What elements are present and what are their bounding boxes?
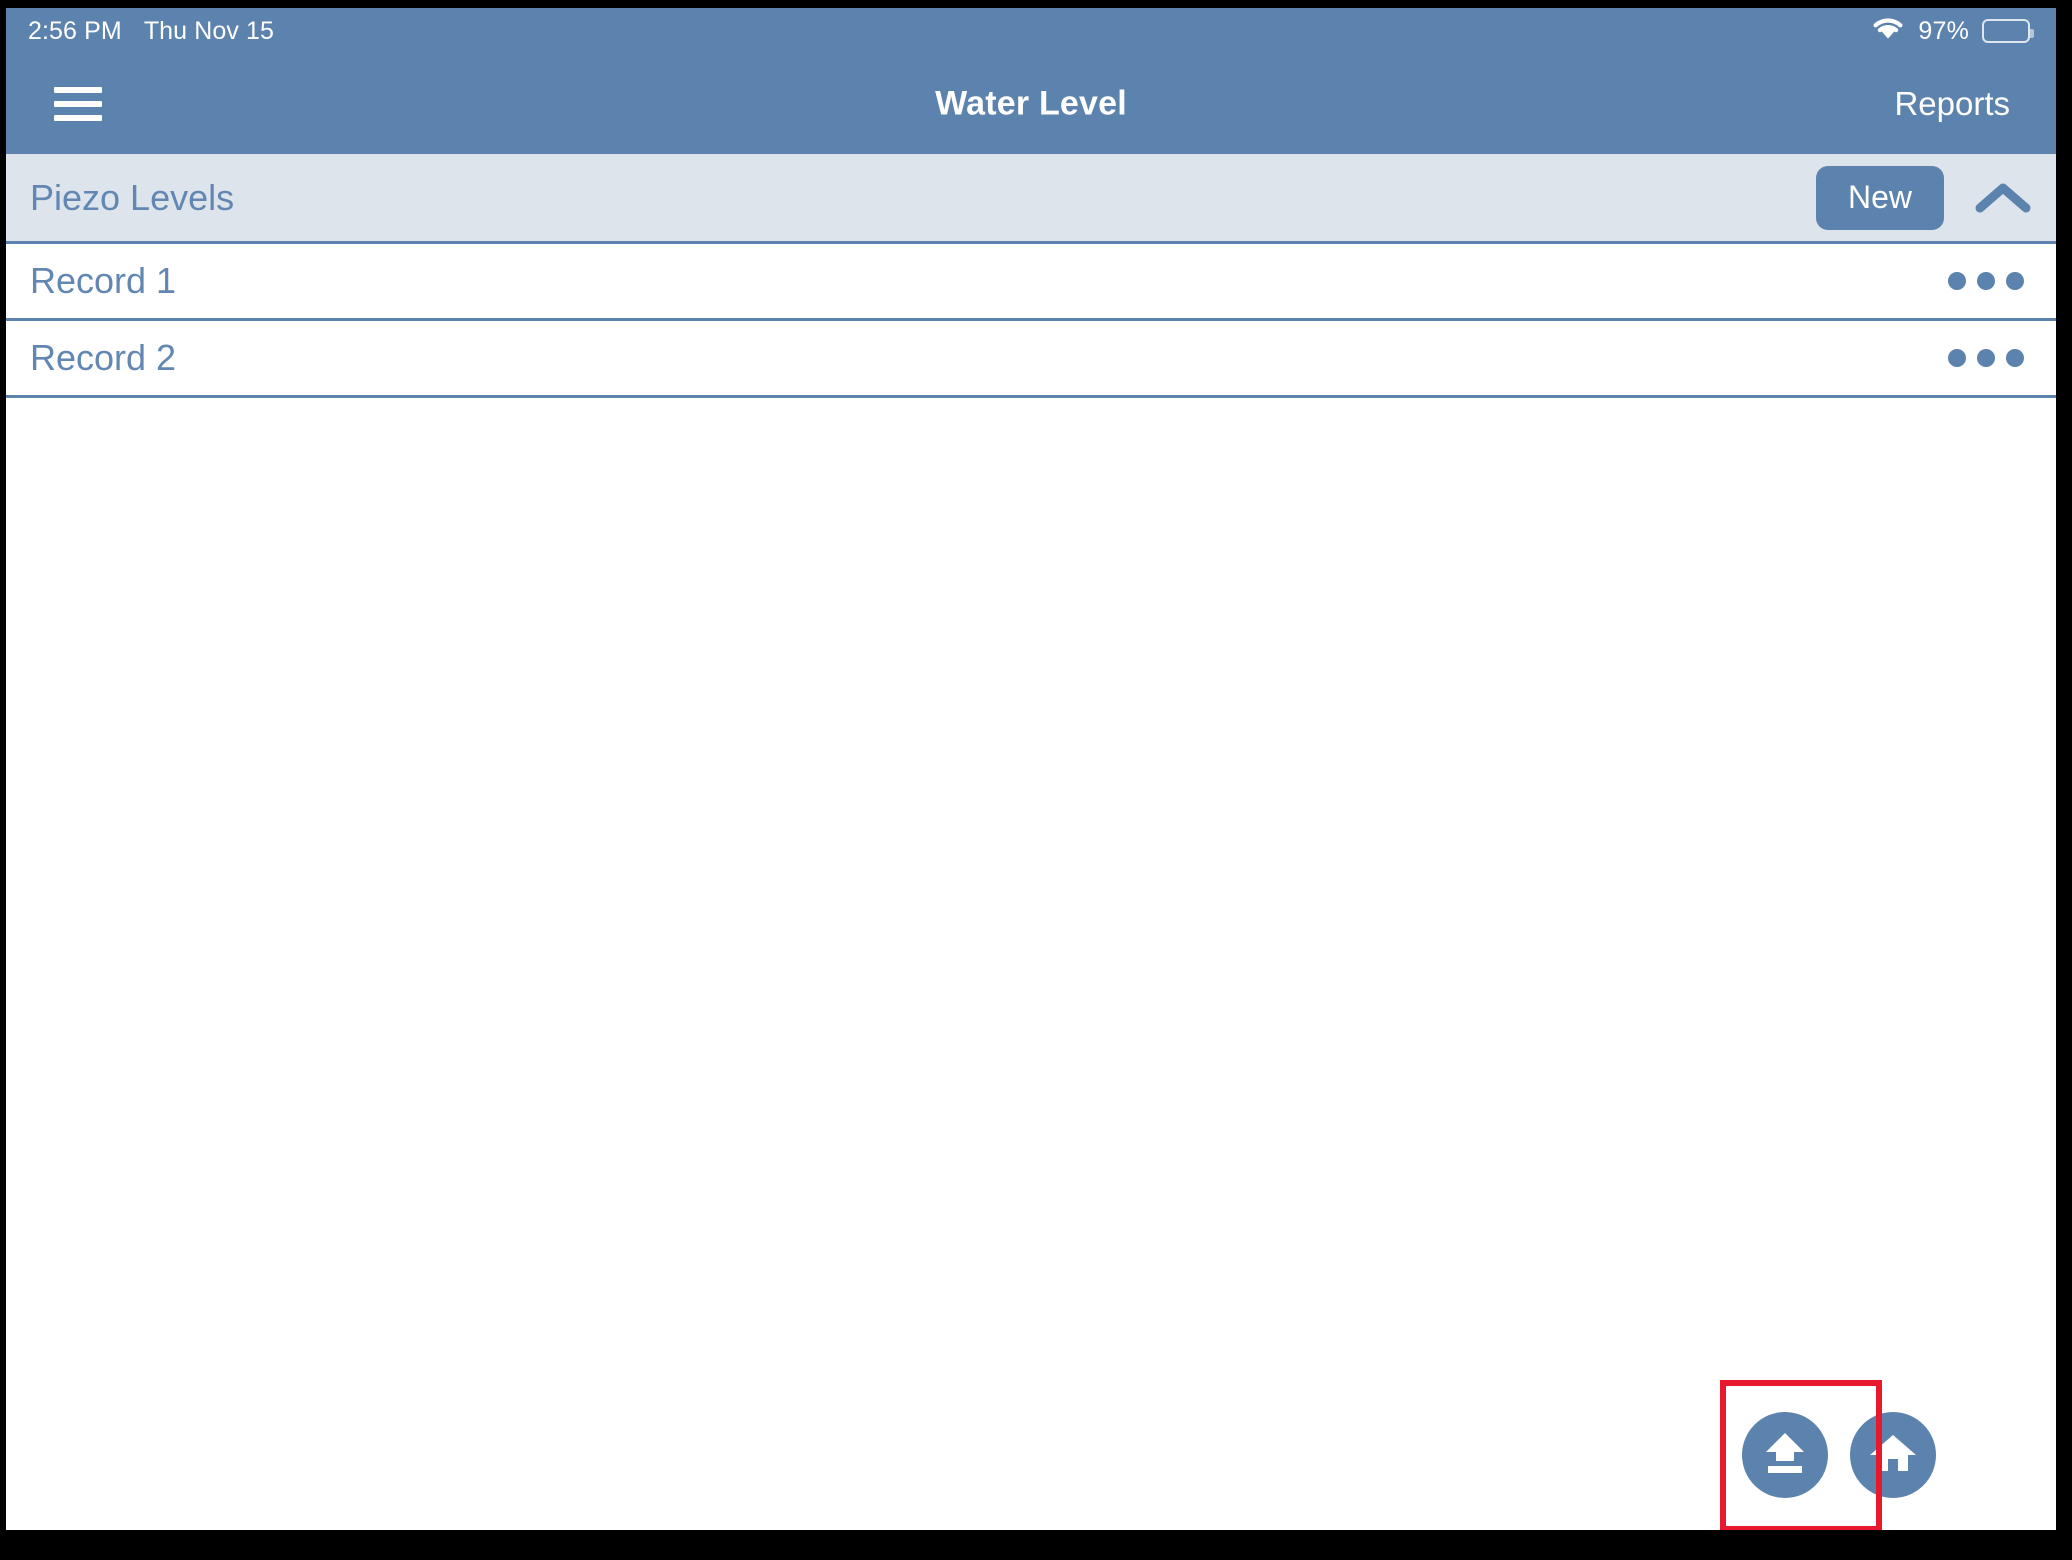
app-screen: 2:56 PM Thu Nov 15 97% Water Level Repor… (6, 8, 2056, 1530)
record-list: Record 1 Record 2 (6, 244, 2056, 398)
table-row[interactable]: Record 2 (6, 321, 2056, 398)
new-record-button[interactable]: New (1815, 165, 1944, 230)
menu-dot (1948, 349, 1966, 367)
chevron-up-icon[interactable] (1972, 173, 2034, 223)
home-icon (1868, 1429, 1918, 1482)
device-frame: 2:56 PM Thu Nov 15 97% Water Level Repor… (0, 0, 2072, 1560)
record-label: Record 1 (30, 260, 177, 301)
reports-button[interactable]: Reports (1894, 85, 2010, 123)
menu-dot (1977, 272, 1995, 290)
section-actions: New (1815, 165, 2034, 230)
status-bar-right: 97% (1871, 8, 2034, 54)
menu-dot (2006, 272, 2024, 290)
battery-icon (1982, 19, 2034, 43)
home-button[interactable] (1850, 1412, 1936, 1498)
section-title: Piezo Levels (30, 176, 235, 218)
table-row[interactable]: Record 1 (6, 244, 2056, 321)
status-bar-left: 2:56 PM Thu Nov 15 (28, 8, 274, 54)
upload-icon (1759, 1427, 1811, 1484)
upload-button[interactable] (1742, 1412, 1828, 1498)
record-label: Record 2 (30, 337, 177, 378)
menu-dot (1948, 272, 1966, 290)
menu-dot (2006, 349, 2024, 367)
status-bar: 2:56 PM Thu Nov 15 97% (6, 8, 2056, 54)
overflow-menu-icon[interactable] (1942, 339, 2030, 377)
section-header-piezo-levels: Piezo Levels New (6, 154, 2056, 244)
status-time: 2:56 PM (28, 16, 122, 45)
wifi-icon (1871, 16, 1905, 46)
navigation-bar: Water Level Reports (6, 54, 2056, 154)
overflow-menu-icon[interactable] (1942, 262, 2030, 300)
menu-dot (1977, 349, 1995, 367)
battery-percent-label: 97% (1918, 16, 1969, 45)
page-title: Water Level (935, 84, 1127, 123)
status-date: Thu Nov 15 (143, 16, 275, 45)
